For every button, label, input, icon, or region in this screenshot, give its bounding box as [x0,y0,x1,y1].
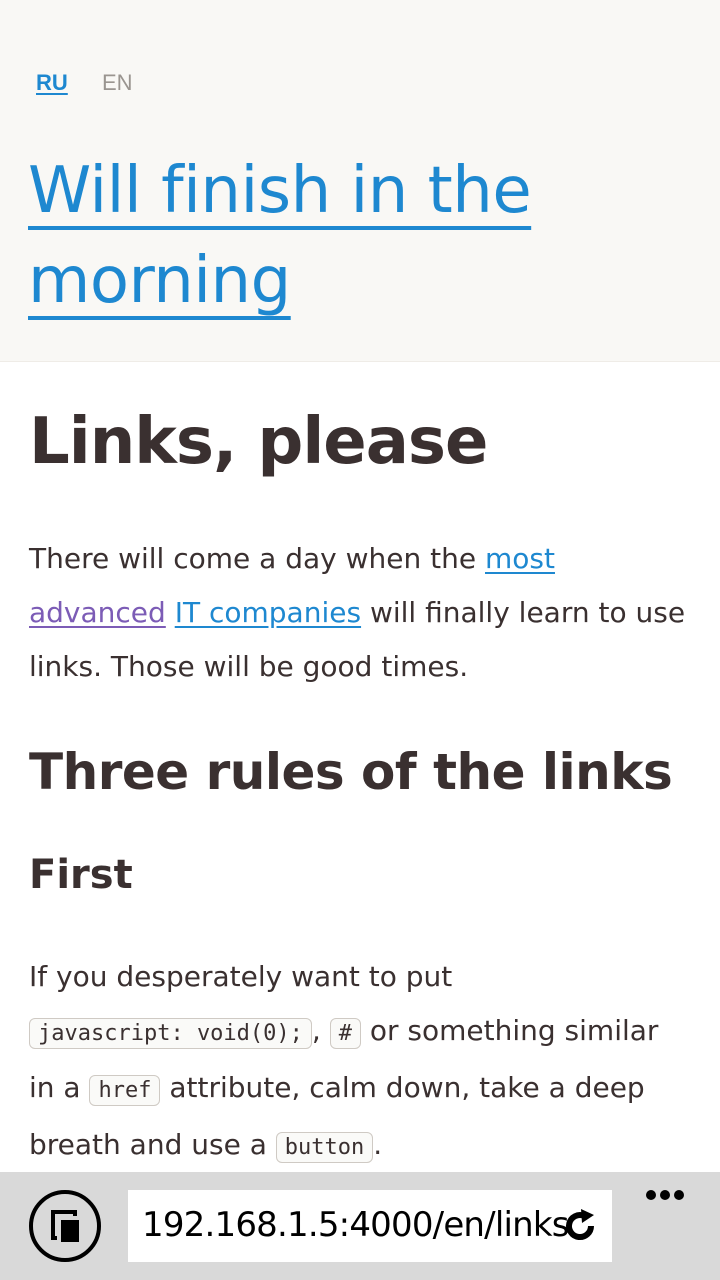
reload-icon[interactable] [560,1206,600,1246]
tabs-icon[interactable] [29,1190,101,1262]
rules-heading: Three rules of the links [29,743,673,801]
url-field[interactable]: 192.168.1.5:4000/en/links [128,1190,612,1262]
browser-address-bar: 192.168.1.5:4000/en/links [0,1172,720,1280]
code-void: javascript: void(0); [29,1018,312,1049]
link-advanced[interactable]: advanced [29,596,166,629]
link-it-companies[interactable]: IT companies [175,596,361,629]
code-hash: # [329,1018,361,1049]
lang-en-link[interactable]: EN [102,70,133,96]
link-most[interactable]: most [485,542,555,575]
lang-ru-link[interactable]: RU [36,70,68,96]
article-title: Links, please [29,405,488,479]
first-rule-heading: First [29,852,133,898]
intro-paragraph: There will come a day when the most advan… [29,532,689,694]
site-title-link[interactable]: Will finish in the morning [28,146,668,326]
site-header: RU EN Will finish in the morning [0,0,720,362]
code-href: href [89,1075,161,1106]
intro-prefix: There will come a day when the [29,542,485,575]
rule1-end: . [373,1128,383,1161]
site-title-line1: Will finish in the [28,154,532,228]
rule-one-paragraph: If you desperately want to put javascrip… [29,950,689,1175]
more-icon[interactable] [640,1184,690,1208]
rule1-text-1: If you desperately want to put [29,960,453,993]
url-text: 192.168.1.5:4000/en/links [142,1205,569,1245]
site-title-line2: morning [28,244,291,318]
rule1-comma: , [311,1014,330,1047]
code-button: button [275,1132,374,1163]
